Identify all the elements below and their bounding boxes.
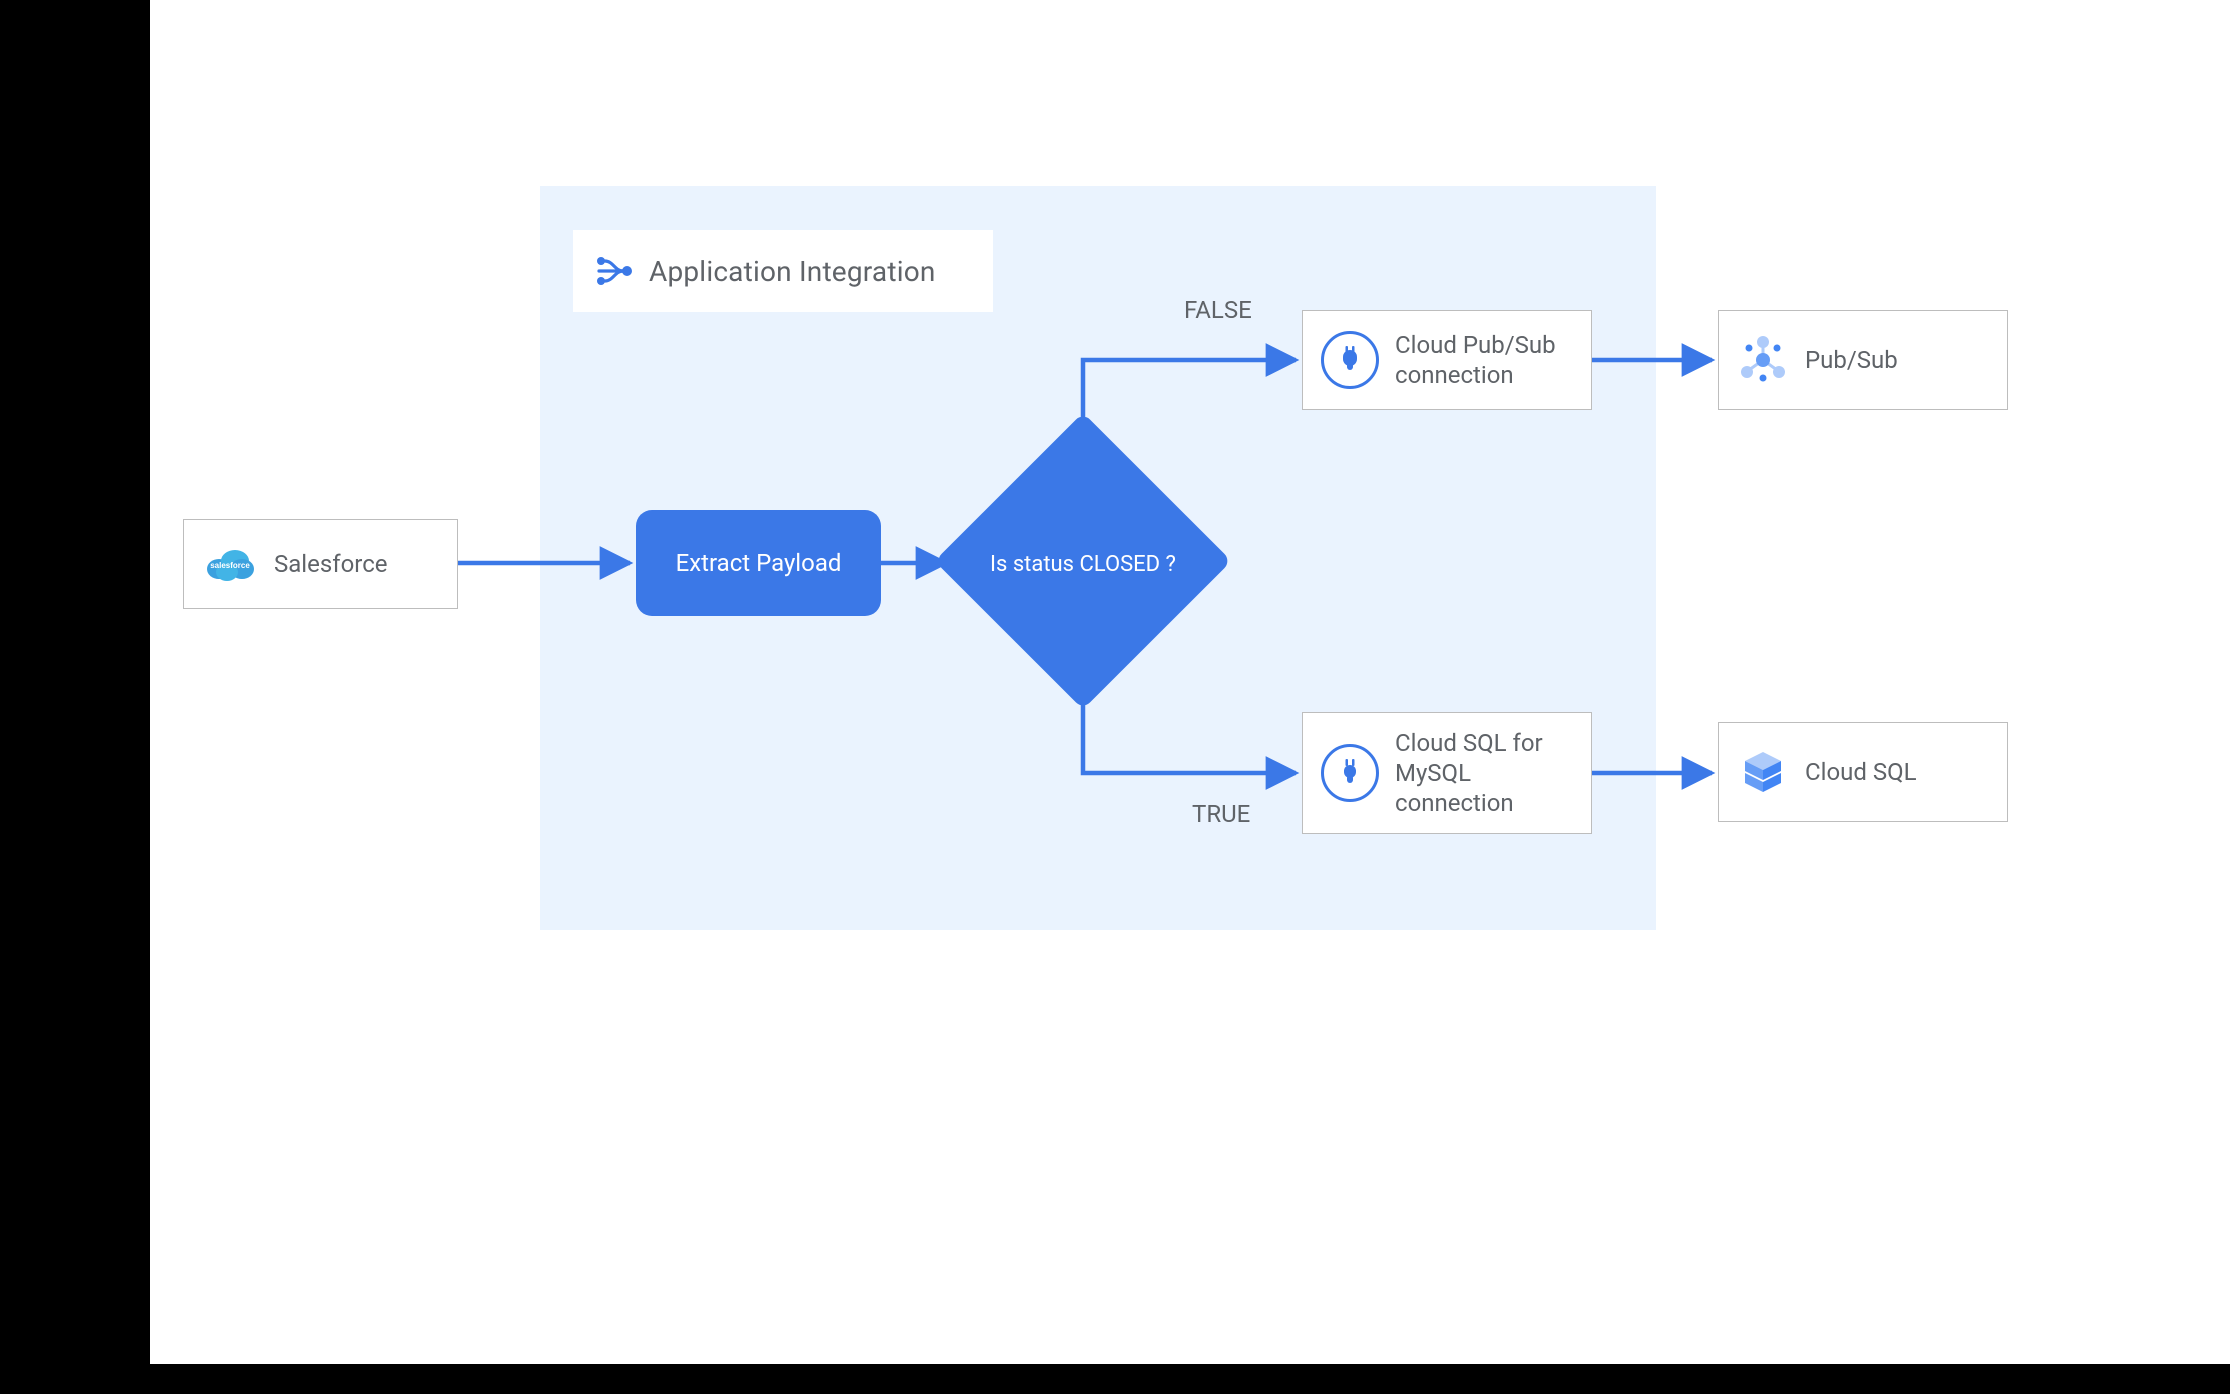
node-cloudsql-label: Cloud SQL [1805, 757, 1917, 787]
node-salesforce-label: Salesforce [274, 549, 387, 579]
node-sql-connection-label: Cloud SQL for MySQL connection [1395, 728, 1573, 818]
edge-label-false: FALSE [1184, 296, 1252, 324]
region-title-label: Application Integration [649, 255, 936, 288]
node-salesforce: salesforce Salesforce [183, 519, 458, 609]
diagram-canvas: Application Integration salesforce Sales… [0, 0, 2230, 1394]
application-integration-icon [593, 249, 637, 293]
region-header: Application Integration [573, 230, 993, 312]
edge-label-true: TRUE [1192, 800, 1250, 828]
pubsub-icon [1737, 334, 1789, 386]
node-pubsub-connection: Cloud Pub/Sub connection [1302, 310, 1592, 410]
node-decision-label: Is status CLOSED ? [943, 544, 1223, 584]
node-extract-payload: Extract Payload [636, 510, 881, 616]
black-margin-left [0, 0, 150, 1394]
node-extract-payload-label: Extract Payload [676, 549, 842, 577]
node-cloudsql: Cloud SQL [1718, 722, 2008, 822]
plug-icon [1321, 331, 1379, 389]
node-pubsub-connection-label: Cloud Pub/Sub connection [1395, 330, 1573, 390]
svg-text:salesforce: salesforce [210, 561, 250, 570]
node-pubsub: Pub/Sub [1718, 310, 2008, 410]
node-sql-connection: Cloud SQL for MySQL connection [1302, 712, 1592, 834]
cloudsql-icon [1737, 746, 1789, 798]
black-margin-bottom [0, 1364, 2230, 1394]
plug-icon [1321, 744, 1379, 802]
salesforce-icon: salesforce [202, 544, 258, 584]
node-pubsub-label: Pub/Sub [1805, 345, 1898, 375]
